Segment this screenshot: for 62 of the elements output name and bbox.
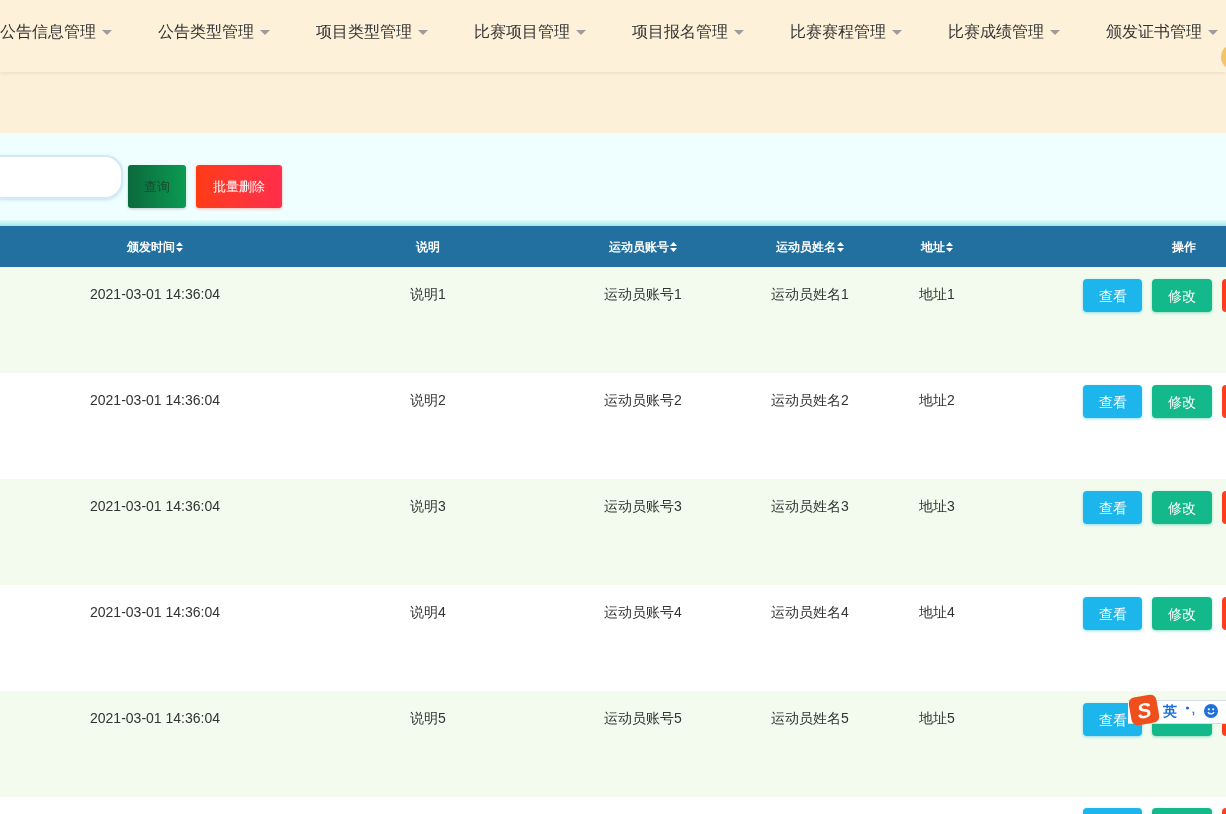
table-cell-text: 说明5	[410, 709, 446, 728]
table-cell-text: 运动员账号2	[604, 391, 682, 410]
table-cell-text: 运动员姓名1	[771, 285, 849, 304]
input-method-logo[interactable]: S	[1127, 693, 1161, 726]
edit-button[interactable]: 修改	[1152, 491, 1212, 524]
table-cell-text: 2021-03-01 14:36:04	[90, 497, 220, 516]
nav-menu-item[interactable]: 项目报名管理	[632, 22, 744, 42]
emoji-icon[interactable]	[1204, 703, 1218, 718]
column-header: 操作	[1172, 238, 1196, 256]
nav-menu-item[interactable]: 颁发证书管理	[1106, 22, 1218, 42]
search-field[interactable]	[0, 155, 123, 199]
nav-menu-item[interactable]: 项目类型管理	[316, 22, 428, 42]
column-header: 说明	[416, 238, 440, 256]
edit-button[interactable]: 修改	[1152, 279, 1212, 312]
table-cell-text: 2021-03-01 14:36:04	[90, 285, 220, 304]
column-header[interactable]: 地址	[921, 237, 953, 256]
table-cell-text: 2021-03-01 14:36:04	[90, 709, 220, 728]
table-cell-text: 地址2	[919, 391, 955, 410]
delete-button[interactable]	[1222, 279, 1226, 312]
table-cell-text: 2021-03-01 14:36:04	[90, 391, 220, 410]
caret-icon	[1050, 29, 1060, 35]
caret-icon	[892, 29, 902, 35]
nav-menu-item[interactable]: 公告类型管理	[158, 22, 270, 42]
input-mode-label[interactable]: 英	[1163, 703, 1177, 718]
table-cell-text: 运动员姓名3	[771, 497, 849, 516]
delete-button[interactable]	[1222, 491, 1226, 524]
delete-button[interactable]	[1222, 808, 1226, 814]
table-cell-text: 运动员账号4	[604, 603, 682, 622]
table-cell-text: 运动员姓名5	[771, 709, 849, 728]
table-cell-text: 说明1	[410, 285, 446, 304]
table-cell-text: 地址5	[919, 709, 955, 728]
delete-button[interactable]	[1222, 385, 1226, 418]
caret-icon	[576, 29, 586, 35]
table-cell-text: 2021-03-01 14:36:04	[90, 603, 220, 622]
delete-button[interactable]	[1222, 597, 1226, 630]
batch-delete-button[interactable]: 批量删除	[196, 165, 282, 208]
caret-icon	[260, 29, 270, 35]
nav-menu-item[interactable]: 比赛成绩管理	[948, 22, 1060, 42]
table-cell-text: 说明3	[410, 497, 446, 516]
caret-icon	[102, 29, 112, 35]
table-cell-text: 运动员账号3	[604, 497, 682, 516]
edit-button[interactable]: 修改	[1152, 597, 1212, 630]
table-cell-text: 运动员姓名4	[771, 603, 849, 622]
caret-icon	[734, 29, 744, 35]
nav-menu-item[interactable]: 比赛项目管理	[474, 22, 586, 42]
column-header[interactable]: 颁发时间	[127, 237, 183, 256]
table-cell-text: 地址4	[919, 603, 955, 622]
table-cell-text: 说明4	[410, 603, 446, 622]
column-header[interactable]: 运动员姓名	[776, 237, 844, 256]
table-cell-text: 地址1	[919, 285, 955, 304]
column-header[interactable]: 运动员账号	[609, 237, 677, 256]
nav-menu-item[interactable]: 公告信息管理	[0, 22, 112, 42]
table-cell-text: 说明2	[410, 391, 446, 410]
table-cell-text: 运动员姓名2	[771, 391, 849, 410]
caret-icon	[418, 29, 428, 35]
table-cell-text: 运动员账号1	[604, 285, 682, 304]
table-cell-text: 运动员账号5	[604, 709, 682, 728]
caret-icon	[1208, 29, 1218, 35]
table-cell-text: 地址3	[919, 497, 955, 516]
edit-button[interactable]: 修改	[1152, 385, 1212, 418]
punctuation-icon[interactable]	[1185, 704, 1197, 717]
nav-menu-item[interactable]: 比赛赛程管理	[790, 22, 902, 42]
